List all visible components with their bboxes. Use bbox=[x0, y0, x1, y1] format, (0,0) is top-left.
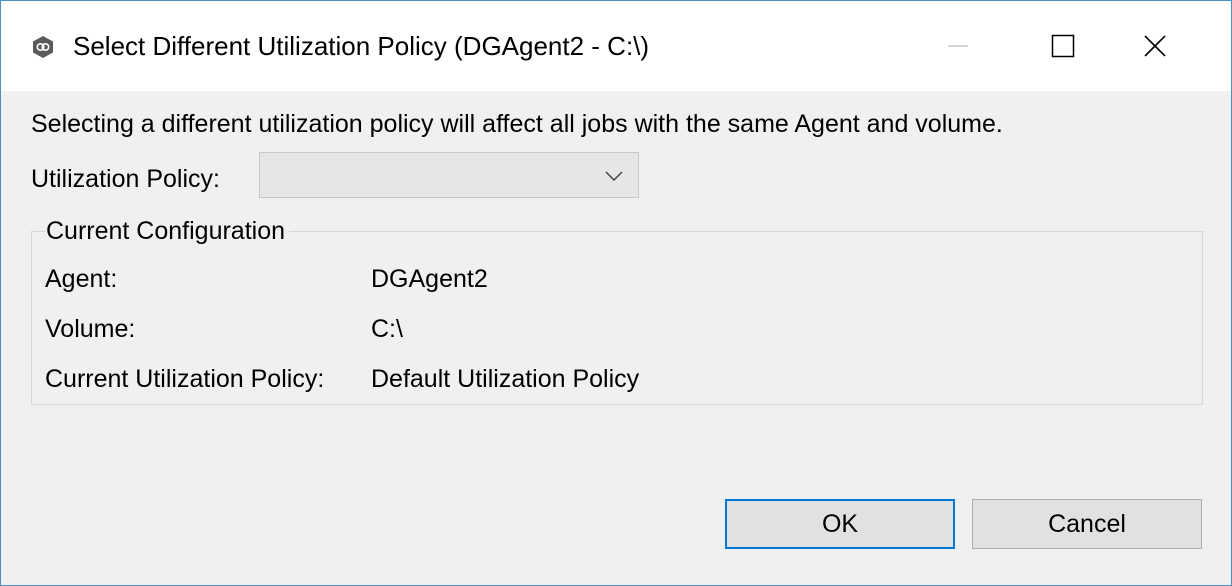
dialog-window: Select Different Utilization Policy (DGA… bbox=[0, 0, 1232, 586]
info-message: Selecting a different utilization policy… bbox=[31, 110, 1003, 138]
current-configuration-legend: Current Configuration bbox=[45, 214, 290, 248]
volume-value: C:\ bbox=[371, 315, 403, 343]
utilization-policy-dropdown[interactable] bbox=[259, 152, 639, 198]
agent-label: Agent: bbox=[45, 265, 118, 293]
current-policy-value: Default Utilization Policy bbox=[371, 365, 640, 393]
window-title: Select Different Utilization Policy (DGA… bbox=[73, 31, 650, 61]
utilization-policy-label: Utilization Policy: bbox=[31, 165, 220, 193]
app-icon bbox=[31, 35, 55, 59]
ok-button[interactable]: OK bbox=[725, 499, 955, 549]
maximize-icon bbox=[1051, 34, 1075, 58]
title-bar[interactable]: Select Different Utilization Policy (DGA… bbox=[1, 1, 1231, 91]
close-icon bbox=[1144, 35, 1166, 57]
volume-label: Volume: bbox=[45, 315, 136, 343]
minimize-icon bbox=[948, 45, 968, 47]
agent-value: DGAgent2 bbox=[371, 265, 488, 293]
maximize-button[interactable] bbox=[1033, 21, 1093, 71]
current-policy-label: Current Utilization Policy: bbox=[45, 365, 325, 393]
minimize-button[interactable] bbox=[928, 21, 988, 71]
cancel-button[interactable]: Cancel bbox=[972, 499, 1202, 549]
close-button[interactable] bbox=[1125, 21, 1185, 71]
chevron-down-icon bbox=[605, 171, 623, 182]
